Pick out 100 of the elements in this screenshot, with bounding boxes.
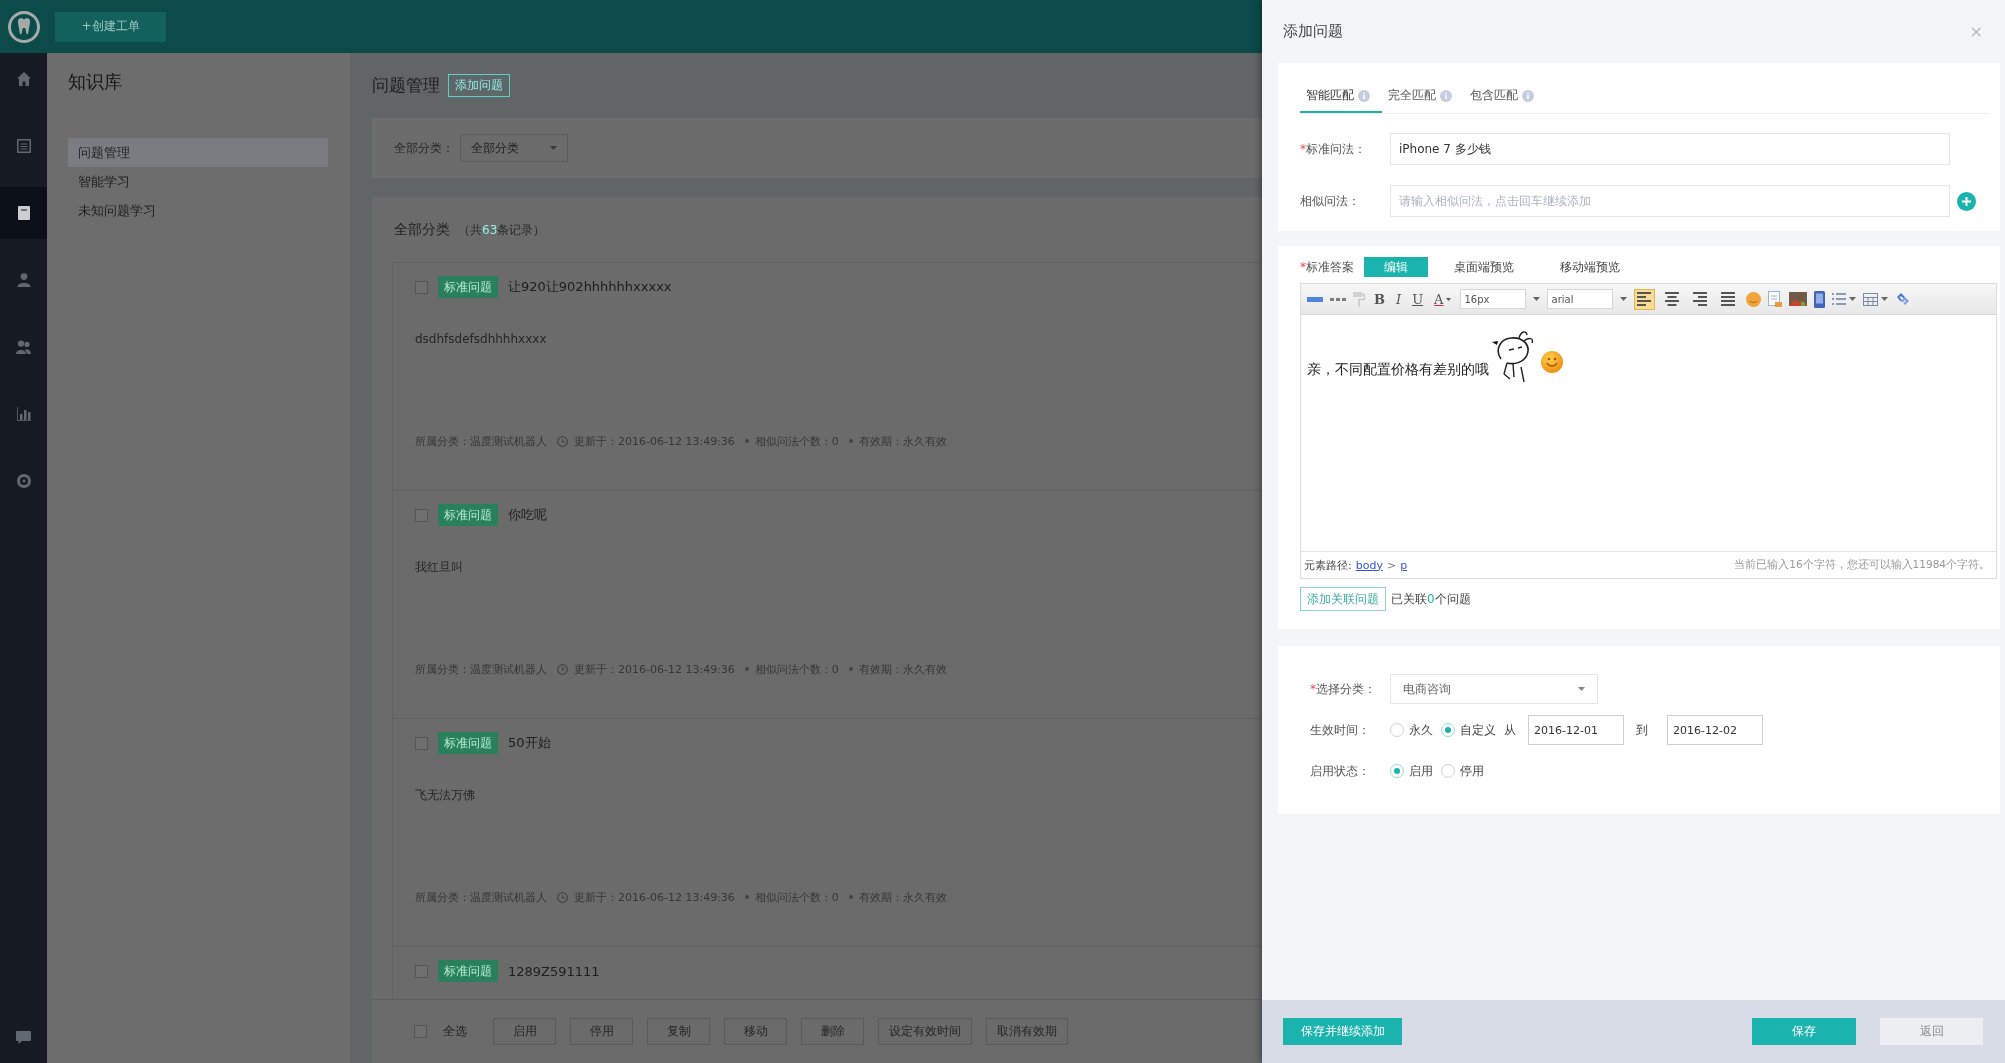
start-date-input[interactable]: 2016-12-01 <box>1528 715 1624 745</box>
field-label: *选择分类： <box>1310 680 1377 698</box>
checkbox[interactable] <box>415 964 428 978</box>
answer-view-tab[interactable]: 移动端预览 <box>1546 257 1634 277</box>
match-mode-tab[interactable]: 智能匹配 <box>1300 80 1382 113</box>
clock-icon <box>557 891 568 903</box>
save-button[interactable]: 保存 <box>1752 1018 1856 1045</box>
smiley-emoji-icon <box>1541 351 1563 373</box>
match-mode-tab[interactable]: 包含匹配 <box>1464 80 1546 113</box>
checkbox[interactable] <box>415 736 428 750</box>
separator-dot-icon <box>848 895 853 899</box>
nav-button[interactable] <box>0 187 47 239</box>
field-label: *标准问法： <box>1300 140 1367 158</box>
dashed-line-icon[interactable] <box>1330 296 1346 302</box>
checkbox[interactable] <box>415 280 428 294</box>
picture-icon[interactable] <box>1788 292 1807 306</box>
radio-button[interactable] <box>1441 723 1455 737</box>
similar-question-input[interactable]: 请输入相似问法，点击回车继续添加 <box>1390 185 1950 217</box>
field-label: 生效时间： <box>1310 721 1371 739</box>
question-title[interactable]: 让920让902hhhhhhxxxxx <box>508 278 672 296</box>
element-path-text: 元素路径: body > p <box>1304 557 1408 573</box>
align-lines-icon <box>1637 292 1651 306</box>
align-left-button[interactable] <box>1633 288 1655 310</box>
end-date-input[interactable]: 2016-12-02 <box>1667 715 1763 745</box>
align-lines-icon <box>1693 292 1707 306</box>
list-heading: 全部分类 （共63条记录） <box>394 220 546 239</box>
sidebar-item[interactable]: 智能学习 <box>68 167 328 196</box>
question-title[interactable]: 你吃呢 <box>508 506 547 524</box>
bulk-action-button[interactable]: 移动 <box>724 1018 787 1045</box>
back-button[interactable]: 返回 <box>1880 1018 1983 1045</box>
home-icon <box>16 72 31 86</box>
bulk-action-button[interactable]: 取消有效期 <box>986 1018 1068 1045</box>
image-file-icon[interactable] <box>1767 291 1782 307</box>
clock-icon <box>557 435 568 447</box>
underline-button[interactable]: U <box>1410 291 1426 307</box>
caret-icon <box>1619 297 1627 301</box>
bulk-action-button[interactable]: 复制 <box>647 1018 710 1045</box>
radio-button[interactable] <box>1390 723 1404 737</box>
checkbox[interactable] <box>415 508 428 522</box>
separator-dot-icon <box>848 439 853 443</box>
question-type-tag: 标准问题 <box>438 960 498 982</box>
section-title: 知识库 <box>68 70 122 94</box>
radio-button[interactable] <box>1390 764 1404 778</box>
question-type-tag: 标准问题 <box>438 504 498 526</box>
document-icon <box>17 206 30 220</box>
font-size-select[interactable]: 16px <box>1459 289 1526 309</box>
caret-icon <box>1848 297 1856 301</box>
font-family-select[interactable]: arial <box>1546 289 1613 309</box>
bulk-action-button[interactable]: 启用 <box>493 1018 556 1045</box>
character-count-text: 当前已输入16个字符，您还可以输入11984个字符。 <box>1734 558 1990 572</box>
info-icon <box>1358 89 1370 102</box>
italic-button[interactable]: I <box>1394 291 1404 307</box>
field-label: 启用状态： <box>1310 762 1371 780</box>
answer-view-tab[interactable]: 编辑 <box>1364 257 1428 277</box>
add-question-button[interactable]: 添加问题 <box>448 74 510 97</box>
radio-button[interactable] <box>1441 764 1455 778</box>
font-color-button[interactable]: A <box>1432 291 1453 307</box>
bold-button[interactable]: B <box>1372 291 1387 307</box>
field-label: 相似问法： <box>1300 192 1361 210</box>
caret-icon <box>550 146 557 150</box>
tooth-logo-icon[interactable] <box>7 10 40 43</box>
add-related-question-button[interactable]: 添加关联问题 <box>1300 587 1386 611</box>
question-title[interactable]: 50开始 <box>508 734 551 752</box>
answer-view-tab[interactable]: 桌面端预览 <box>1440 257 1528 277</box>
answer-text: 飞无法万佛 <box>415 787 475 804</box>
path-link[interactable]: p <box>1400 558 1408 572</box>
caret-icon <box>1578 687 1585 691</box>
answer-content-text: 亲，不同配置价格有差别的哦 <box>1307 361 1489 379</box>
match-mode-tab[interactable]: 完全匹配 <box>1382 80 1464 113</box>
separator-dot-icon <box>744 439 749 443</box>
link-icon[interactable] <box>1894 291 1911 307</box>
separator-dot-icon <box>744 667 749 671</box>
bulk-action-button[interactable]: 设定有效时间 <box>878 1018 972 1045</box>
sidebar-item[interactable]: 未知问题学习 <box>68 196 328 225</box>
standard-question-input[interactable]: iPhone 7 多少钱 <box>1390 133 1950 165</box>
path-link[interactable]: body <box>1355 558 1383 572</box>
add-icon[interactable] <box>1957 191 1976 211</box>
question-type-tag: 标准问题 <box>438 276 498 298</box>
filter-label: 全部分类： <box>394 139 454 157</box>
sidebar-item[interactable]: 问题管理 <box>68 138 328 167</box>
bulk-action-button[interactable]: 删除 <box>801 1018 864 1045</box>
mobile-phone-icon[interactable] <box>1813 290 1825 308</box>
caret-icon <box>1445 297 1451 301</box>
bulk-action-button[interactable]: 停用 <box>570 1018 633 1045</box>
drawer-title: 添加问题 <box>1283 22 1343 41</box>
emoji-icon[interactable] <box>1745 291 1761 307</box>
list-icon[interactable] <box>1831 292 1846 306</box>
select-all-checkbox[interactable] <box>414 1025 427 1038</box>
create-ticket-button[interactable]: +创建工单 <box>55 11 166 42</box>
clock-icon <box>557 663 568 675</box>
table-icon[interactable] <box>1862 292 1878 306</box>
field-label: *标准答案 <box>1300 258 1354 276</box>
align-lines-icon <box>1665 292 1679 306</box>
question-title[interactable]: 1289Z591111 <box>508 963 600 979</box>
info-icon <box>1522 89 1534 102</box>
save-and-continue-button[interactable]: 保存并继续添加 <box>1283 1018 1402 1045</box>
category-select[interactable]: 电商咨询 <box>1390 674 1598 704</box>
category-select[interactable]: 全部分类 <box>460 134 568 162</box>
list-icon <box>16 139 31 153</box>
caret-icon <box>1532 297 1540 301</box>
